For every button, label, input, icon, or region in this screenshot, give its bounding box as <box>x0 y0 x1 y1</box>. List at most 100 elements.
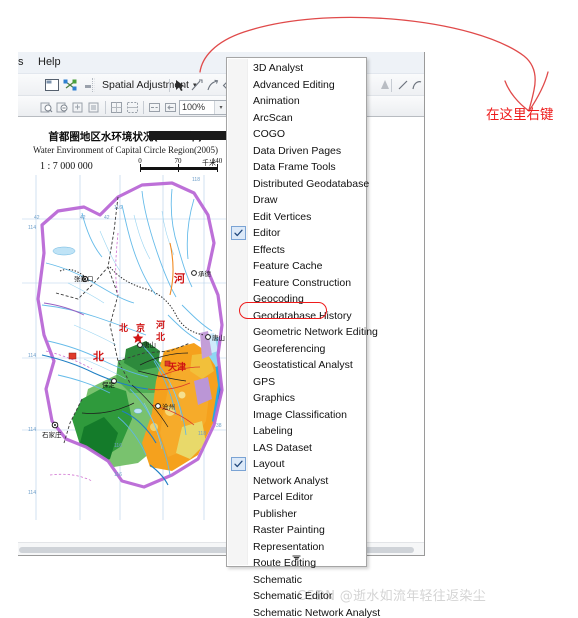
menu-item-geometric-network-editing[interactable]: Geometric Network Editing <box>228 324 378 341</box>
menu-item-distributed-geodatabase[interactable]: Distributed Geodatabase <box>228 176 369 193</box>
menu-item-label: LAS Dataset <box>253 441 312 454</box>
zoom-in-page-icon[interactable] <box>38 99 55 115</box>
check-icon <box>231 457 246 471</box>
menu-item-label: Schematic Network Analyst <box>253 606 381 618</box>
menu-item-label: Effects <box>253 243 285 256</box>
menu-item-label: Data Driven Pages <box>253 144 342 157</box>
menu-item-label: Editor <box>253 227 281 240</box>
menu-scroll-down-button[interactable] <box>228 551 365 564</box>
menu-item-label: Feature Cache <box>253 260 323 273</box>
menu-item-label: Labeling <box>253 425 293 438</box>
menu-item-label: Geometric Network Editing <box>253 326 378 339</box>
menu-item-raster-painting[interactable]: Raster Painting <box>228 522 365 539</box>
displacement-link-icon[interactable] <box>204 77 221 93</box>
menu-item-label: Network Analyst <box>253 474 329 487</box>
menu-item-label: Schematic <box>253 573 303 586</box>
menu-item-label: Georeferencing <box>253 342 326 355</box>
menu-item-draw[interactable]: Draw <box>228 192 365 209</box>
menu-item-las-dataset[interactable]: LAS Dataset <box>228 440 365 457</box>
menu-item-label: Feature Construction <box>253 276 352 289</box>
menu-item-label: Data Frame Tools <box>253 161 336 174</box>
menu-item-label: Graphics <box>253 392 296 405</box>
menu-item-parcel-editor[interactable]: Parcel Editor <box>228 489 365 506</box>
menu-item-schematic-network-analyst[interactable]: Schematic Network Analyst <box>228 605 380 618</box>
curve-segment-icon[interactable] <box>408 77 424 93</box>
menu-item-publisher[interactable]: Publisher <box>228 506 365 523</box>
menu-item-label: Edit Vertices <box>253 210 312 223</box>
menu-item-label: Raster Painting <box>253 524 325 537</box>
toolbar-separator-3 <box>391 78 392 92</box>
pan-page-icon[interactable] <box>70 99 87 115</box>
zoom-page-width-icon[interactable] <box>124 99 141 115</box>
menu-item-arcscan[interactable]: ArcScan <box>228 110 365 127</box>
layout-sep-1 <box>105 100 106 114</box>
scalebar-tick-0: 0 <box>138 157 142 165</box>
menu-item-label: Geostatistical Analyst <box>253 359 353 372</box>
layout-sep-2 <box>143 100 144 114</box>
menu-item-label: Layout <box>253 458 285 471</box>
menu-item-cogo[interactable]: COGO <box>228 126 365 143</box>
page-zoom-value: 100% <box>182 102 206 112</box>
menu-item-3d-analyst[interactable]: 3D Analyst <box>228 60 365 77</box>
zoom-1-1-icon[interactable] <box>146 99 163 115</box>
menu-item-schematic[interactable]: Schematic <box>228 572 365 589</box>
menu-item-label: Schematic Editor <box>253 590 333 603</box>
menu-item-gps[interactable]: GPS <box>228 374 365 391</box>
check-icon <box>231 226 246 240</box>
menu-item-image-classification[interactable]: Image Classification <box>228 407 365 424</box>
menu-item-label: Parcel Editor <box>253 491 314 504</box>
menu-item-label: Geocoding <box>253 293 304 306</box>
menu-item-advanced-editing[interactable]: Advanced Editing <box>228 77 365 94</box>
menu-item-labeling[interactable]: Labeling <box>228 423 365 440</box>
menu-item-animation[interactable]: Animation <box>228 93 365 110</box>
menu-item-graphics[interactable]: Graphics <box>228 390 365 407</box>
map-scale-row: 1 : 7 000 000 0 70 140 千米 <box>18 157 236 175</box>
chevron-down-icon <box>292 554 301 560</box>
edit-vertex-icon[interactable] <box>188 77 205 93</box>
menu-item-label: Advanced Editing <box>253 78 335 91</box>
menu-item-feature-cache[interactable]: Feature Cache <box>228 258 365 275</box>
menubar-item-help[interactable]: Help <box>38 56 61 68</box>
menu-item-georeferencing[interactable]: Georeferencing <box>228 341 365 358</box>
map-legend-bar <box>149 131 233 140</box>
menu-item-feature-construction[interactable]: Feature Construction <box>228 275 365 292</box>
annotation-instruction-text: 在这里右键 <box>486 107 554 123</box>
zoom-out-page-icon[interactable] <box>54 99 71 115</box>
menu-item-network-analyst[interactable]: Network Analyst <box>228 473 365 490</box>
menu-item-label: 3D Analyst <box>253 62 304 75</box>
menu-item-label: Distributed Geodatabase <box>253 177 370 190</box>
map-image: 河 北 北 京 河 北 天津 张家口 承德 保定 石家庄 沧州 唐山 唐山 42… <box>22 175 235 520</box>
menu-item-label: Draw <box>253 194 278 207</box>
menu-item-label: Image Classification <box>253 408 347 421</box>
scalebar-tick-1: 70 <box>174 157 182 165</box>
fixed-zoom-icon[interactable] <box>86 99 103 115</box>
toolbars-context-menu[interactable]: 3D Analyst Advanced Editing Animation ArcSc… <box>226 57 380 618</box>
menu-item-label: ArcScan <box>253 111 293 124</box>
select-arrow-icon[interactable] <box>172 77 189 93</box>
menu-item-effects[interactable]: Effects <box>228 242 365 259</box>
map-scale-bar: 0 70 140 千米 <box>138 157 226 174</box>
menu-item-layout[interactable]: Layout <box>228 456 365 473</box>
menu-item-geostatistical-analyst[interactable]: Geostatistical Analyst <box>228 357 365 374</box>
menu-item-label: COGO <box>253 128 286 141</box>
menu-item-edit-vertices[interactable]: Edit Vertices <box>228 209 365 226</box>
menu-item-data-frame-tools[interactable]: Data Frame Tools <box>228 159 365 176</box>
screenshot-root: s Help Spatial Adjustment ▾ 100% ▾ 首都圈地区… <box>0 0 578 618</box>
page-zoom-combo[interactable]: 100% ▾ <box>179 99 228 115</box>
spatial-adjustment-icon[interactable] <box>62 77 79 93</box>
toolbar-grip[interactable] <box>92 78 95 92</box>
menu-item-label: GPS <box>253 375 276 388</box>
scalebar-unit: 千米 <box>202 159 216 167</box>
map-title-english: Water Environment of Capital Circle Regi… <box>33 145 218 155</box>
menu-item-schematic-editor[interactable]: Schematic Editor <box>228 588 365 605</box>
menubar-item-truncated[interactable]: s <box>18 56 24 68</box>
zoom-whole-page-icon[interactable] <box>108 99 125 115</box>
toolbar-separator <box>169 78 170 92</box>
menu-item-data-driven-pages[interactable]: Data Driven Pages <box>228 143 365 160</box>
zoom-last-extent-icon[interactable] <box>162 99 179 115</box>
layout-view-icon[interactable] <box>43 77 60 93</box>
menu-item-geodatabase-history[interactable]: Geodatabase History <box>228 308 365 325</box>
menu-item-geocoding[interactable]: Geocoding <box>228 291 365 308</box>
map-scale-text: 1 : 7 000 000 <box>40 161 93 172</box>
menu-item-editor[interactable]: Editor <box>228 225 365 242</box>
